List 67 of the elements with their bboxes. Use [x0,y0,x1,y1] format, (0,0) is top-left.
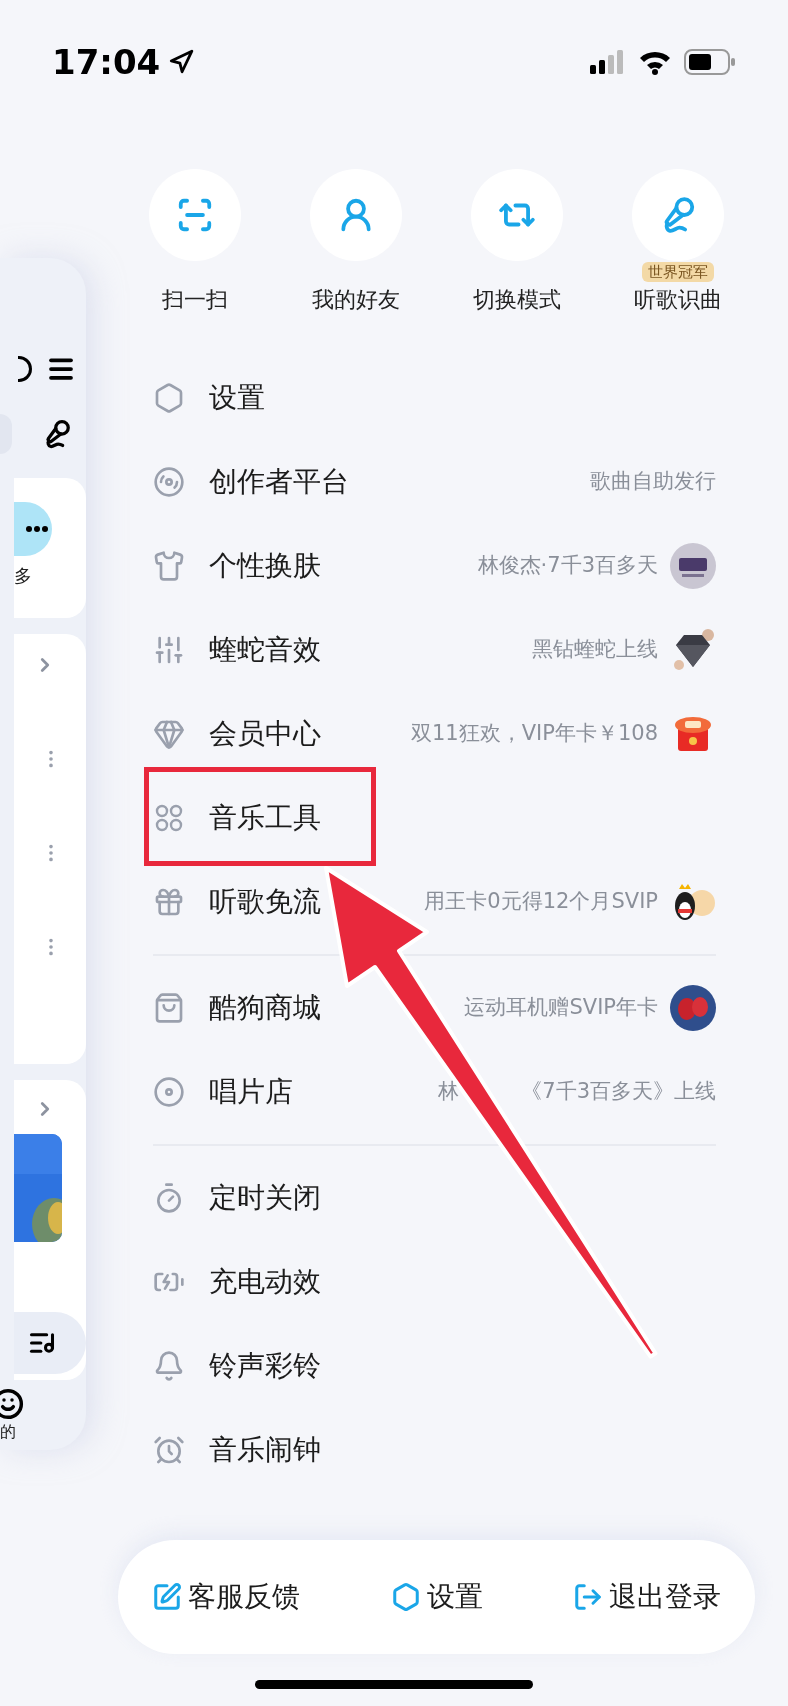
quick-action-label: 我的好友 [311,286,400,314]
menu-item-subtitle: 《7千3百多天》上线 [521,1078,716,1106]
menu-item[interactable]: 设置 [153,356,716,440]
menu-item-label: 设置 [209,380,265,416]
menu-item-label: 唱片店 [209,1074,293,1110]
menu-item-subtitle: 黑钻蝰蛇上线 [532,636,658,664]
menu-item[interactable]: 会员中心 双11狂欢，VIP年卡￥108 [153,692,716,776]
menu-item-subtitle: 用王卡0元得12个月SVIP [424,888,658,916]
menu-item-label: 铃声彩铃 [209,1348,321,1384]
menu-item[interactable]: 创作者平台 歌曲自助发行 [153,440,716,524]
menu-item-label: 定时关闭 [209,1180,321,1216]
menu-item-subtitle: 林 [438,1078,460,1106]
quick-action-label: 切换模式 [473,286,562,314]
earbuds-icon [670,985,716,1031]
menu-item-label: 充电动效 [209,1264,321,1300]
menu-item[interactable]: 蝰蛇音效 黑钻蝰蛇上线 [153,608,716,692]
bottom-bar-button[interactable]: 退出登录 [573,1576,721,1618]
gift-icon [153,886,185,918]
more-icon [26,526,48,532]
menu-item-label: 酷狗商城 [209,990,321,1026]
menu-item-label: 音乐工具 [209,800,321,836]
quick-action-badge: 世界冠军 [642,262,715,282]
battery-icon [684,49,736,75]
menu-item-label: 会员中心 [209,716,321,752]
grid-icon [153,802,185,834]
menu-item-subtitle: 林俊杰·7千3百多天 [477,552,658,580]
menu-item[interactable]: 音乐闹钟 [153,1408,716,1492]
location-icon [168,49,195,75]
settings-icon [390,1582,421,1612]
menu-item[interactable]: 定时关闭 [153,1156,716,1240]
bottom-bar-button[interactable]: 设置 [390,1576,483,1618]
wifi-icon [638,49,672,75]
bottom-bar-button[interactable]: 客服反馈 [152,1576,300,1618]
quick-action-label: 扫一扫 [161,286,228,314]
smile-icon[interactable] [0,1388,24,1420]
album-cover-icon [670,543,716,589]
signal-icon [590,50,626,74]
shirt-icon [153,550,185,582]
menu-item-label: 听歌免流 [209,884,321,920]
feedback-icon [152,1582,182,1612]
menu-item-label: 蝰蛇音效 [209,632,321,668]
menu-item[interactable]: 音乐工具 [153,776,716,860]
player-pill[interactable] [14,1312,86,1374]
menu-item-label: 创作者平台 [209,464,349,500]
menu-item-label: 个性换肤 [209,548,321,584]
menu-item[interactable]: 个性换肤 林俊杰·7千3百多天 [153,524,716,608]
alarm-clock-icon [153,1434,185,1466]
logout-icon [573,1582,603,1612]
mine-label: 的 [0,1421,16,1443]
gem-icon [153,718,185,750]
status-time: 17:04 [52,40,161,84]
more-label: 多 [14,564,32,588]
sliders-icon [153,634,185,666]
menu-item-subtitle: 歌曲自助发行 [590,468,716,496]
shopping-bag-icon [153,992,185,1024]
menu-item[interactable]: 充电动效 [153,1240,716,1324]
menu-item[interactable]: 唱片店 林 《7千3百多天》上线 [153,1050,716,1134]
disc-icon [153,466,185,498]
menu-item-subtitle: 双11狂欢，VIP年卡￥108 [410,720,658,748]
bell-icon [153,1350,185,1382]
disc-icon [153,1076,185,1108]
menu-item[interactable]: 铃声彩铃 [153,1324,716,1408]
menu-item-label: 音乐闹钟 [209,1432,321,1468]
quick-action-label: 听歌识曲 [634,286,723,314]
settings-icon [153,382,185,414]
more-button[interactable] [14,502,52,556]
menu-item-subtitle: 运动耳机赠SVIP年卡 [464,994,658,1022]
